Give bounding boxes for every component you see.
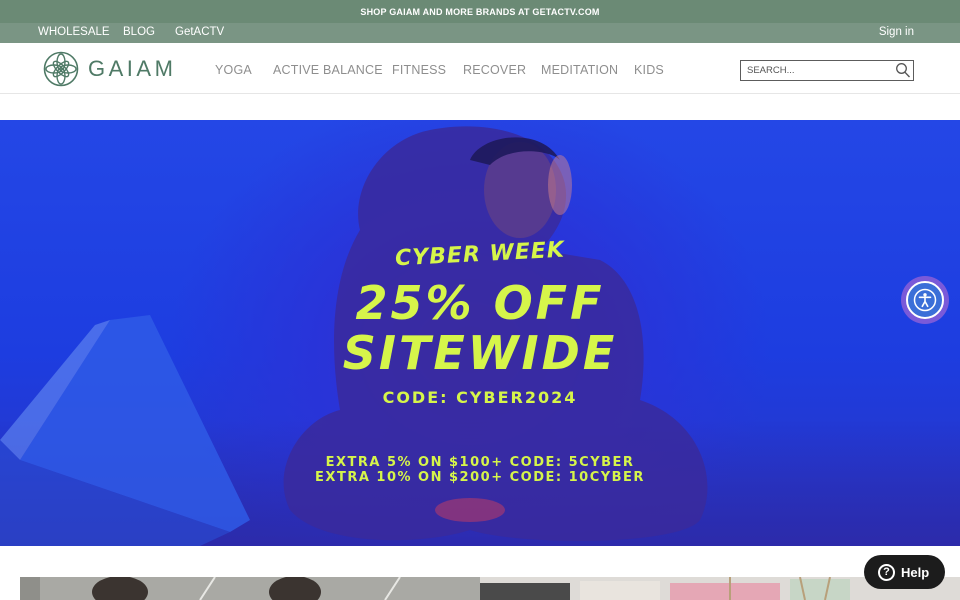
- category-tile-left[interactable]: [20, 577, 480, 600]
- hero-headline-line-1: 25% OFF: [355, 276, 605, 330]
- wholesale-link[interactable]: WHOLESALE: [38, 26, 110, 38]
- lotus-icon: [43, 51, 79, 87]
- nav-kids[interactable]: KIDS: [634, 63, 664, 77]
- getactv-link[interactable]: GetACTV: [175, 26, 224, 38]
- question-icon: ?: [878, 563, 895, 581]
- accessibility-icon-wrap: [906, 281, 944, 319]
- site-header: GAIAM YOGA ACTIVE BALANCE FITNESS RECOVE…: [0, 43, 960, 94]
- help-button[interactable]: ? Help: [864, 555, 945, 589]
- hero-extra-offer-1: EXTRA 5% ON $100+ CODE: 5CYBER: [325, 455, 635, 470]
- hero-extra-offer-2: EXTRA 10% ON $200+ CODE: 10CYBER: [315, 470, 645, 485]
- search-icon[interactable]: [895, 62, 911, 79]
- nav-meditation[interactable]: MEDITATION: [541, 63, 618, 77]
- nav-yoga[interactable]: YOGA: [215, 63, 252, 77]
- help-label: Help: [901, 564, 930, 580]
- blog-link[interactable]: BLOG: [123, 26, 155, 38]
- accessibility-icon: [913, 288, 937, 312]
- search-box: [740, 60, 914, 81]
- logo-wordmark: GAIAM: [88, 56, 177, 81]
- promo-banner[interactable]: SHOP GAIAM AND MORE BRANDS AT GETACTV.CO…: [0, 0, 960, 23]
- hero-headline-line-2: SITEWIDE: [342, 326, 618, 380]
- hero-promo-code: CODE: CYBER2024: [382, 388, 578, 407]
- hero-banner[interactable]: CYBER WEEK 25% OFF SITEWIDE CODE: CYBER2…: [0, 120, 960, 546]
- promo-text[interactable]: SHOP GAIAM AND MORE BRANDS AT GETACTV.CO…: [360, 7, 599, 17]
- search-input[interactable]: [741, 61, 893, 80]
- nav-recover[interactable]: RECOVER: [463, 63, 526, 77]
- tile-left-photo: [20, 577, 480, 600]
- accessibility-button[interactable]: [901, 276, 949, 324]
- nav-fitness[interactable]: FITNESS: [392, 63, 446, 77]
- gaiam-logo[interactable]: GAIAM: [43, 51, 176, 87]
- nav-active-balance[interactable]: ACTIVE BALANCE: [273, 63, 383, 77]
- sign-in-link[interactable]: Sign in: [879, 26, 914, 38]
- utility-bar: WHOLESALE BLOG GetACTV Sign in: [0, 23, 960, 43]
